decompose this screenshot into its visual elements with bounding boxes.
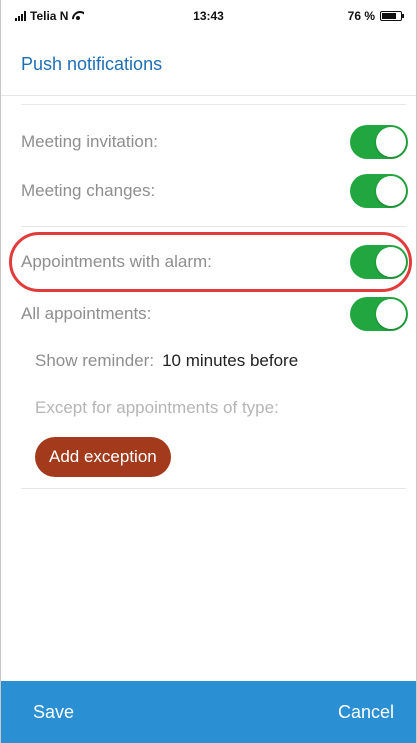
- setting-label: All appointments:: [21, 304, 152, 323]
- reminder-setting[interactable]: Show reminder: 10 minutes before: [35, 351, 298, 371]
- toggle-knob: [376, 247, 406, 277]
- add-exception-button[interactable]: Add exception: [35, 437, 171, 477]
- toggle-knob: [376, 299, 406, 329]
- setting-label: Meeting invitation:: [21, 132, 159, 151]
- setting-all-appointments: All appointments:: [21, 292, 408, 336]
- setting-label: Appointments with alarm:: [21, 252, 212, 271]
- meeting-invitation-toggle[interactable]: [350, 125, 408, 159]
- save-button[interactable]: Save: [33, 702, 74, 723]
- exceptions-label: Except for appointments of type:: [35, 398, 279, 417]
- page-title: Push notifications: [21, 54, 163, 74]
- setting-label: Meeting changes:: [21, 181, 156, 200]
- meeting-changes-toggle[interactable]: [350, 174, 408, 208]
- status-bar: Telia N 13:43 76 %: [1, 0, 416, 34]
- status-right: 76 %: [347, 9, 404, 23]
- divider: [21, 104, 406, 105]
- toggle-knob: [376, 127, 406, 157]
- setting-meeting-invitation: Meeting invitation:: [21, 120, 408, 164]
- all-appointments-toggle[interactable]: [350, 297, 408, 331]
- toggle-knob: [376, 176, 406, 206]
- setting-appointments-alarm: Appointments with alarm:: [21, 240, 408, 284]
- reminder-value[interactable]: 10 minutes before: [162, 351, 298, 371]
- battery-icon: [380, 11, 404, 21]
- battery-percent: 76 %: [347, 9, 375, 23]
- cancel-button[interactable]: Cancel: [338, 702, 394, 723]
- reminder-label: Show reminder:: [35, 351, 155, 370]
- phone-screen: Telia N 13:43 76 % Push notifications Me…: [0, 0, 417, 743]
- bottom-action-bar: Save Cancel: [1, 681, 416, 743]
- appointments-alarm-toggle[interactable]: [350, 245, 408, 279]
- divider: [21, 226, 406, 227]
- divider: [21, 488, 406, 489]
- page-header: Push notifications: [1, 34, 416, 96]
- setting-meeting-changes: Meeting changes:: [21, 169, 408, 213]
